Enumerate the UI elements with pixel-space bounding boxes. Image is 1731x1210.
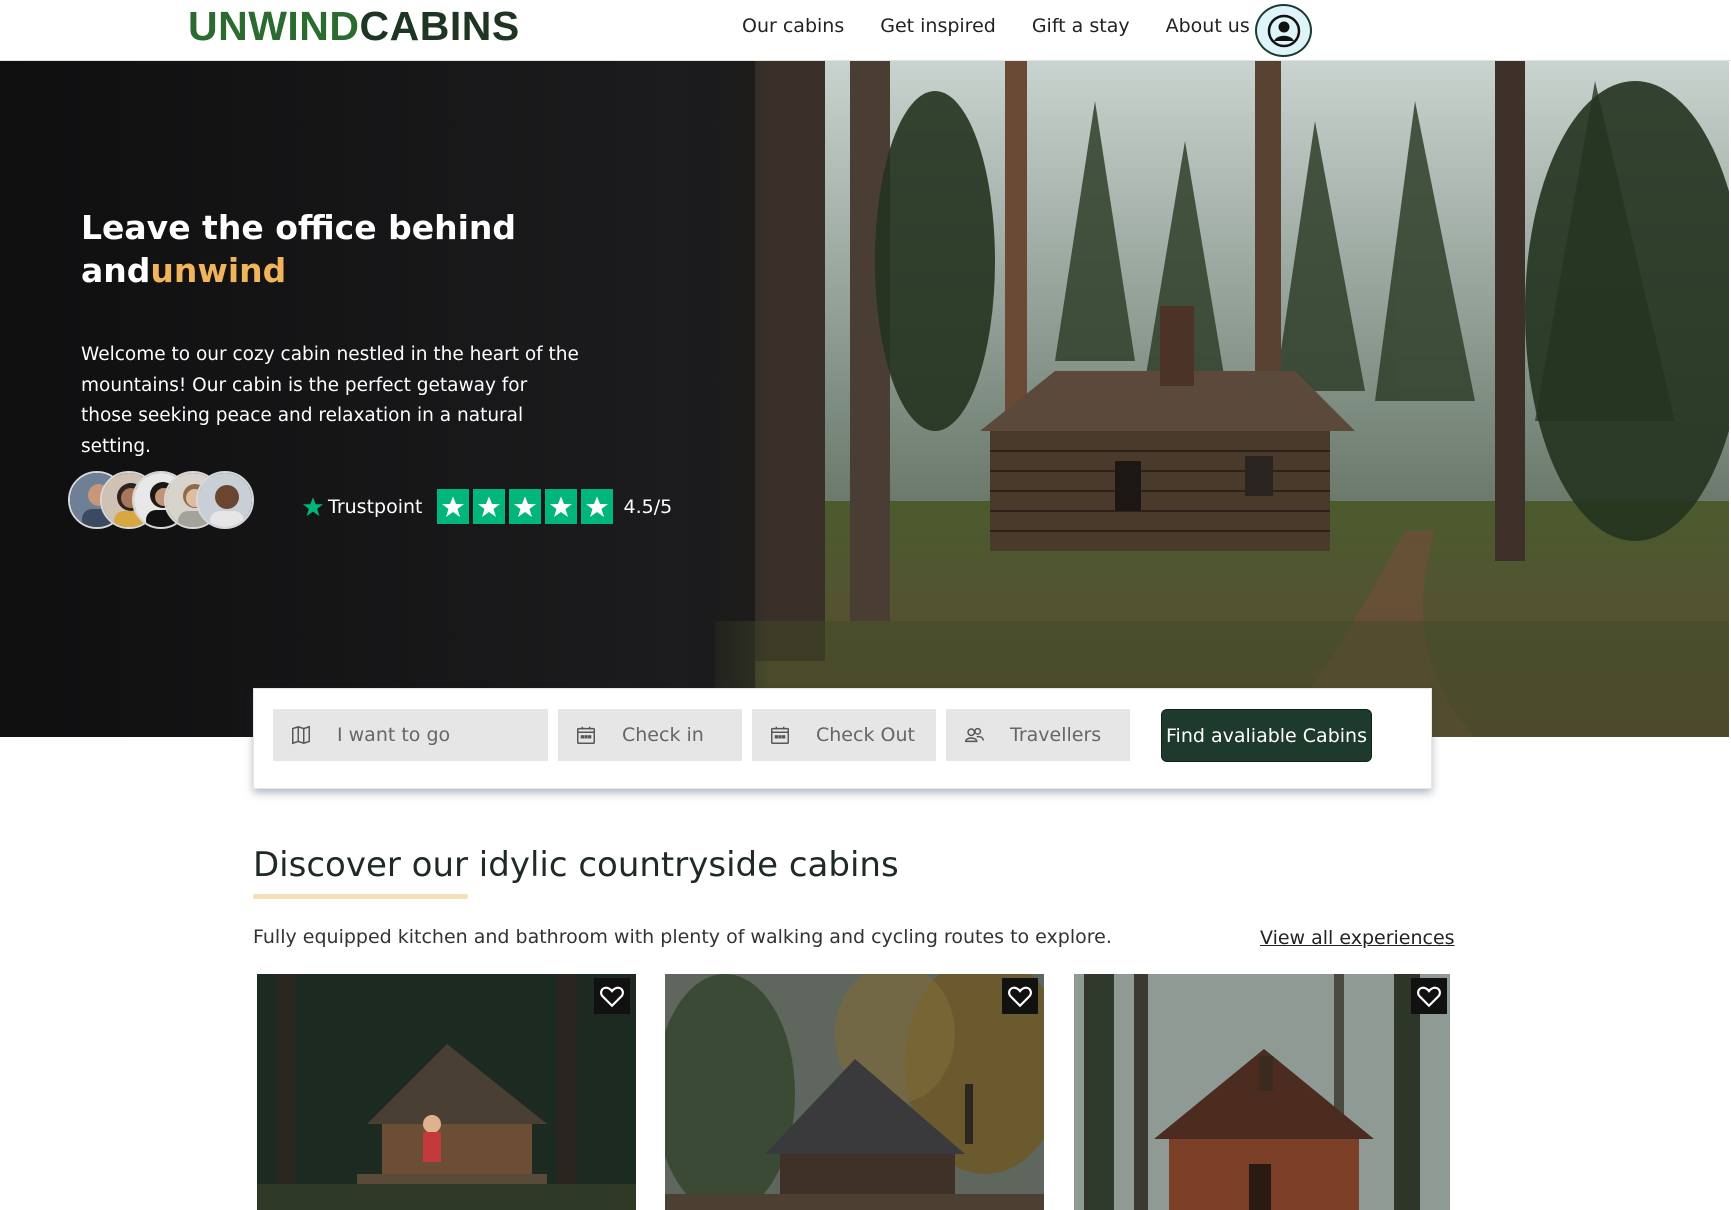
hero-title-and: and <box>81 251 151 290</box>
destination-placeholder: I want to go <box>337 724 451 746</box>
hero-title-accent: unwind <box>150 251 287 290</box>
view-all-experiences-link[interactable]: View all experiences <box>1260 925 1455 951</box>
hero-cabin-image <box>715 61 1729 737</box>
trust-star-icon <box>302 496 324 516</box>
site-logo[interactable]: UNWINDCABINS <box>188 4 520 48</box>
nav-about-us[interactable]: About us <box>1166 14 1250 38</box>
users-icon <box>962 723 986 747</box>
search-bar: I want to go Check in Check Out Travelle… <box>253 688 1432 789</box>
rating-star-icon <box>581 489 614 524</box>
rating-star-icon <box>473 489 506 524</box>
rating-star-icon <box>509 489 542 524</box>
rating-stars <box>437 489 614 524</box>
calendar-icon <box>574 723 598 747</box>
hero-image-fade <box>690 61 770 737</box>
trustpilot-rating: Trustpoint 4.5/5 <box>302 489 672 524</box>
checkin-placeholder: Check in <box>622 724 704 746</box>
hero-title-line1: Leave the office behind <box>81 208 517 247</box>
account-button[interactable] <box>1255 4 1312 57</box>
find-cabins-button[interactable]: Find avaliable Cabins <box>1161 709 1372 762</box>
nav-get-inspired[interactable]: Get inspired <box>880 14 996 38</box>
top-navbar: UNWINDCABINS Our cabins Get inspired Gif… <box>0 0 1731 61</box>
avatar <box>196 471 254 529</box>
calendar-icon <box>768 723 792 747</box>
nav-gift-a-stay[interactable]: Gift a stay <box>1032 14 1130 38</box>
heart-icon <box>600 986 624 1008</box>
user-circle-icon <box>1267 14 1300 47</box>
hero-title-line2: andunwind <box>81 249 516 292</box>
travellers-field[interactable]: Travellers <box>946 709 1130 761</box>
logo-part1: UNWIND <box>188 3 360 49</box>
title-underline <box>253 894 468 899</box>
section-title: Discover our idylic countryside cabins <box>253 845 899 885</box>
destination-field[interactable]: I want to go <box>273 709 548 761</box>
cabin-image <box>665 974 1044 1210</box>
heart-icon <box>1008 986 1032 1008</box>
hero-description: Welcome to our cozy cabin nestled in the… <box>81 344 579 457</box>
checkin-field[interactable]: Check in <box>558 709 742 761</box>
checkout-field[interactable]: Check Out <box>752 709 936 761</box>
heart-icon <box>1417 986 1441 1008</box>
cabin-image <box>257 974 636 1210</box>
cabin-image <box>1074 974 1450 1210</box>
map-icon <box>289 723 313 747</box>
favorite-button[interactable] <box>1411 978 1447 1014</box>
trust-label: Trustpoint <box>328 495 423 518</box>
favorite-button[interactable] <box>1002 978 1038 1014</box>
hero-title: Leave the office behind andunwind <box>81 206 516 292</box>
cabin-card[interactable] <box>1074 974 1453 1210</box>
favorite-button[interactable] <box>594 978 630 1014</box>
hero-section: Leave the office behind andunwind Welcom… <box>0 61 1729 737</box>
section-subtitle: Fully equipped kitchen and bathroom with… <box>253 926 1112 948</box>
cabin-card[interactable] <box>665 974 1044 1210</box>
checkout-placeholder: Check Out <box>816 724 915 746</box>
logo-part2: CABINS <box>359 3 520 49</box>
rating-star-icon <box>545 489 578 524</box>
rating-value: 4.5/5 <box>623 495 673 518</box>
rating-star-icon <box>437 489 470 524</box>
cabin-card[interactable] <box>257 974 636 1210</box>
travellers-placeholder: Travellers <box>1010 724 1102 746</box>
nav-our-cabins[interactable]: Our cabins <box>742 14 844 38</box>
nav-links: Our cabins Get inspired Gift a stay Abou… <box>742 14 1250 38</box>
